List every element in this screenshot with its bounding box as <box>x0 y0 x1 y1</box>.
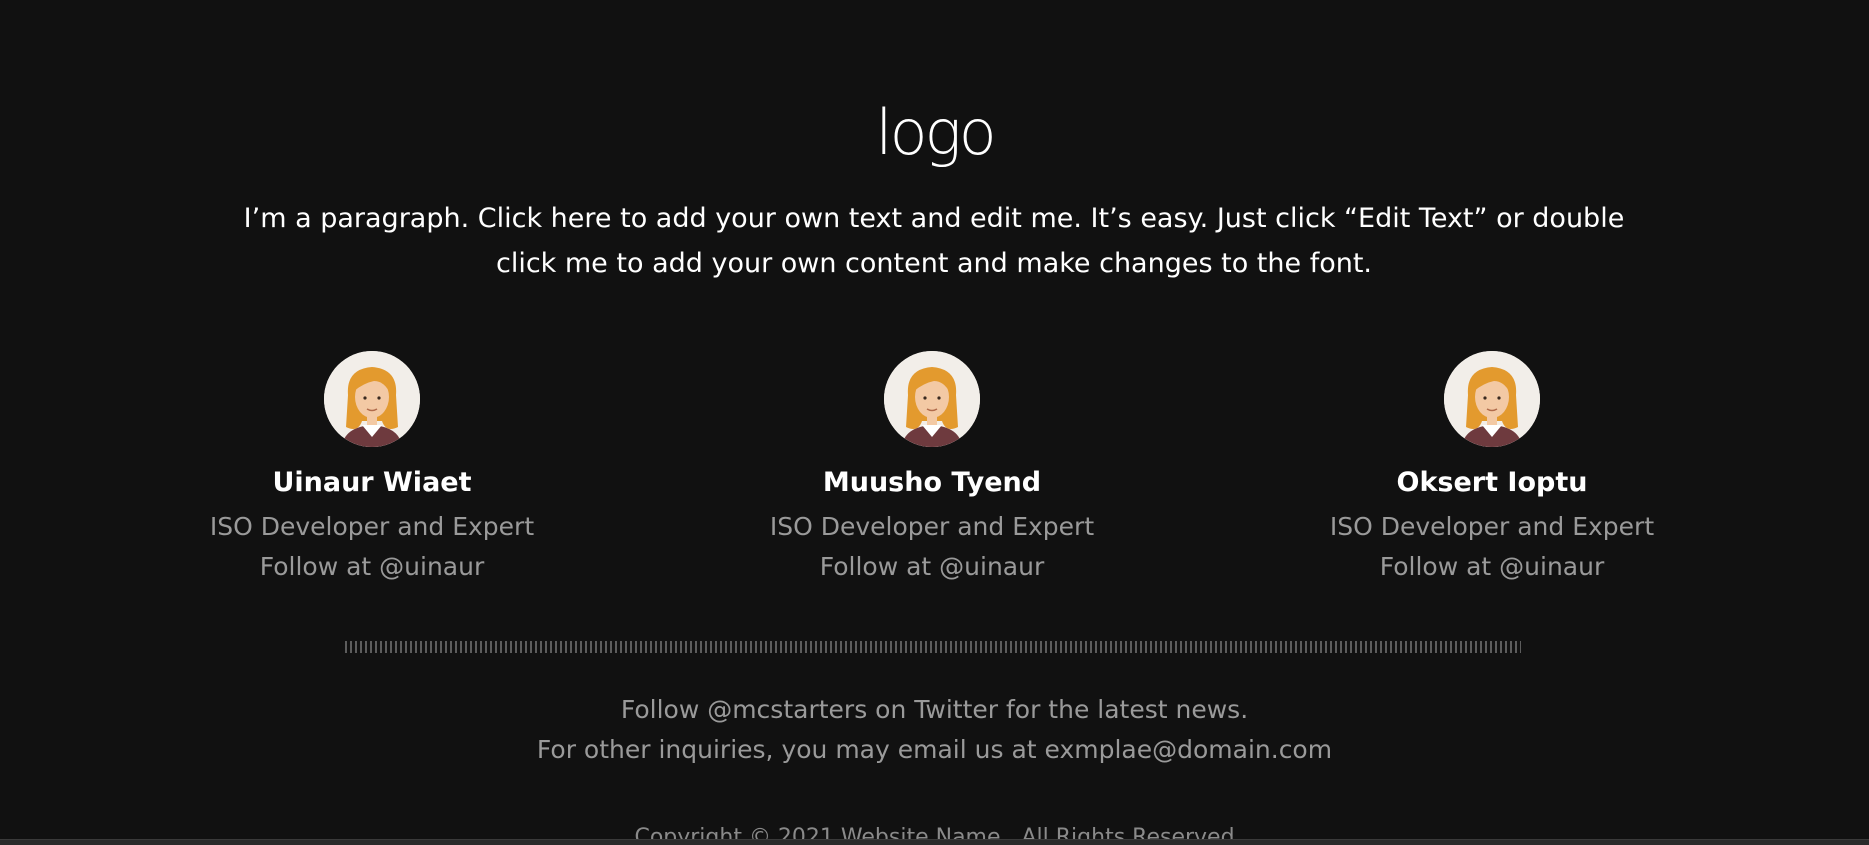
twitter-follow-text[interactable]: Follow @mcstarters on Twitter for the la… <box>0 690 1869 730</box>
team-member-card: Muusho Tyend ISO Developer and Expert Fo… <box>722 351 1142 583</box>
member-role: ISO Developer and Expert <box>209 512 535 541</box>
team-members: Uinaur Wiaet ISO Developer and Expert Fo… <box>0 351 1869 591</box>
person-avatar-icon <box>324 351 420 447</box>
member-follow-link[interactable]: Follow at @uinaur <box>1282 551 1702 583</box>
email-inquiry-text[interactable]: For other inquiries, you may email us at… <box>0 730 1869 770</box>
person-avatar-icon <box>884 351 980 447</box>
member-role: ISO Developer and Expert <box>1329 512 1655 541</box>
member-name: Oksert Ioptu <box>1396 467 1588 498</box>
person-avatar-icon <box>1444 351 1540 447</box>
team-member-card: Uinaur Wiaet ISO Developer and Expert Fo… <box>162 351 582 583</box>
member-name: Uinaur Wiaet <box>272 467 472 498</box>
site-logo[interactable]: logo <box>0 96 1869 170</box>
footer-info: Follow @mcstarters on Twitter for the la… <box>0 690 1869 770</box>
member-follow-link[interactable]: Follow at @uinaur <box>162 551 582 583</box>
member-follow-link[interactable]: Follow at @uinaur <box>722 551 1142 583</box>
page-bottom-edge <box>0 839 1869 845</box>
intro-paragraph: I’m a paragraph. Click here to add your … <box>243 203 1625 279</box>
member-role: ISO Developer and Expert <box>769 512 1095 541</box>
member-name: Muusho Tyend <box>822 467 1042 498</box>
section-divider <box>345 641 1521 653</box>
team-member-card: Oksert Ioptu ISO Developer and Expert Fo… <box>1282 351 1702 583</box>
